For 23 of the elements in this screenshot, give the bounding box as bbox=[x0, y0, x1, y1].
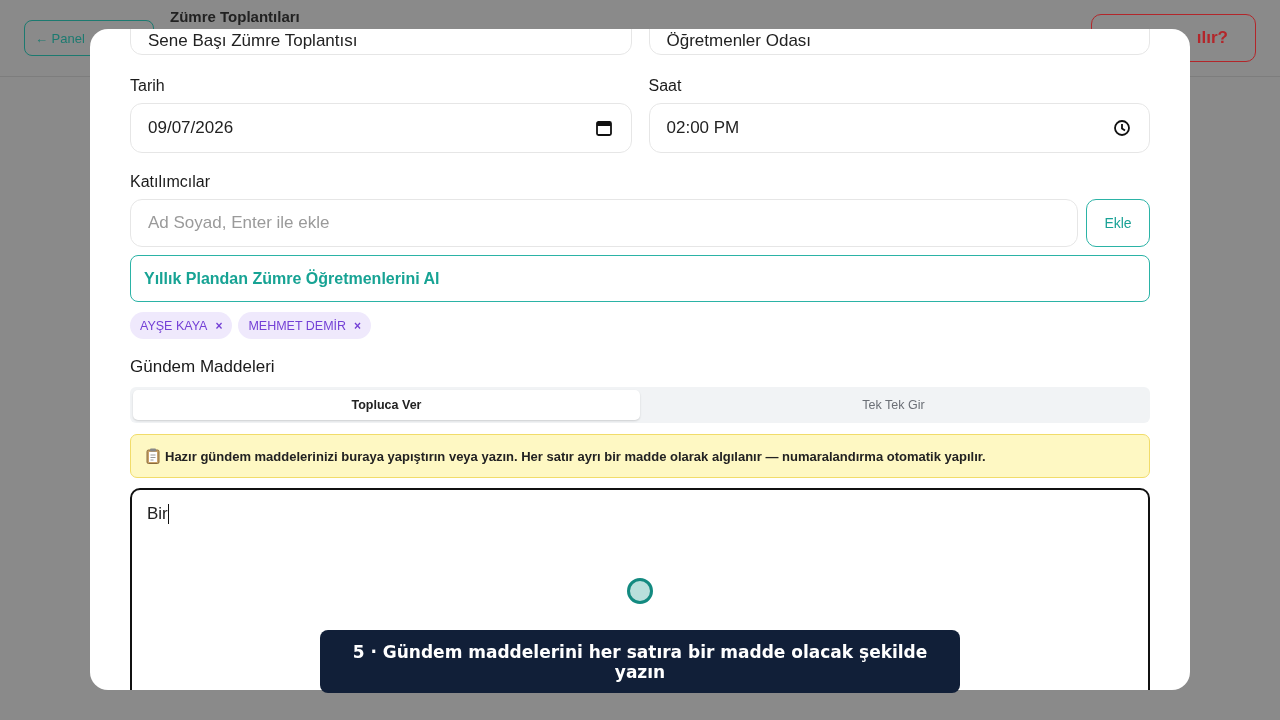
clock-icon bbox=[1113, 119, 1131, 137]
tab[interactable]: Tek Tek Gir bbox=[640, 390, 1147, 420]
info-text: Hazır gündem maddelerinizi buraya yapıştırın veya yazın. Her satır ayrı bir madde olarak algılanır — numaralandırma otomatik yapılır. bbox=[165, 448, 986, 464]
field-label: Tarih bbox=[130, 77, 165, 95]
remove-button[interactable]: × bbox=[354, 318, 362, 333]
input-field[interactable]: Ad Soyad, Enter ile ekle bbox=[130, 199, 1078, 247]
input-field[interactable]: 09/07/2026 bbox=[130, 103, 632, 153]
chip-label: MEHMET DEMİR bbox=[248, 318, 347, 333]
input-field[interactable]: 02:00 PM bbox=[648, 103, 1150, 153]
tooltip: 5 · Gündem maddelerini her satıra bir madde olacak şekilde yazın bbox=[320, 630, 960, 693]
clipboard-icon bbox=[146, 448, 160, 464]
field-label: Katılımcılar bbox=[130, 173, 210, 191]
add-button[interactable]: Ekle bbox=[1086, 199, 1150, 247]
remove-button[interactable]: × bbox=[215, 318, 223, 333]
field-label: Saat bbox=[648, 77, 682, 95]
tab[interactable]: Topluca Ver bbox=[133, 390, 640, 420]
page-title: Zümre Toplantıları bbox=[170, 8, 300, 25]
input-field[interactable]: Öğretmenler Odası bbox=[648, 29, 1150, 55]
section-label: Gündem Maddeleri bbox=[130, 357, 275, 377]
chip-label: AYŞE KAYA bbox=[140, 318, 208, 333]
input-field[interactable]: Sene Başı Zümre Toplantısı bbox=[130, 29, 632, 55]
calendar-icon bbox=[594, 119, 613, 137]
import-button[interactable]: Yıllık Plandan Zümre Öğretmenlerini Al bbox=[130, 255, 1150, 302]
